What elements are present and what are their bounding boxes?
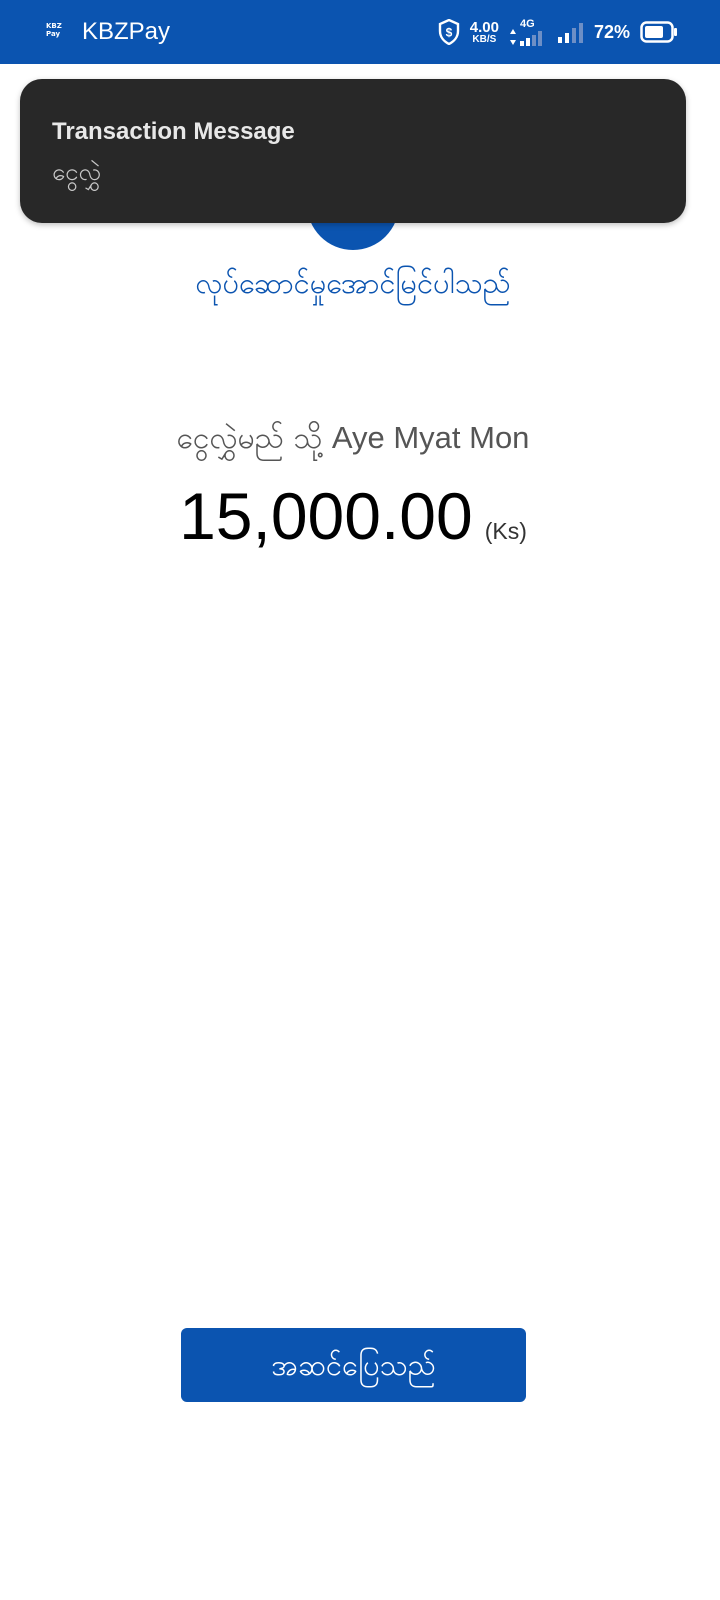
signal-icon: [557, 23, 583, 43]
shield-icon: $: [438, 19, 459, 45]
sim1-network: 4G: [509, 18, 546, 46]
amount-line: 15,000.00 (Ks): [0, 476, 706, 556]
toast-title: Transaction Message: [52, 118, 295, 145]
app-icon-text-top: KBZ: [46, 22, 62, 30]
network-type-label: 4G: [519, 18, 535, 30]
app-icon-text-bottom: Pay: [46, 30, 61, 38]
data-arrows-icon: [509, 29, 516, 45]
battery-icon: [640, 21, 677, 43]
recipient-line: ငွေလွှဲမည် သို့ Aye Myat Mon: [0, 414, 706, 463]
recipient-prefix: ငွေလွှဲမည် သို့: [176, 421, 323, 456]
network-speed: 4.00 KB/S: [470, 20, 499, 45]
transaction-toast[interactable]: Transaction Message ငွေလွှဲ: [20, 79, 686, 223]
status-indicators: $ 4.00 KB/S 4G 72%: [438, 16, 678, 48]
amount-currency: (Ks): [484, 518, 527, 544]
done-button[interactable]: အဆင်ပြေသည်: [181, 1328, 526, 1402]
toast-body: ငွေလွှဲ: [52, 158, 101, 186]
status-bar: KBZ Pay KBZPay $ 4.00 KB/S 4G 72%: [0, 0, 720, 64]
recipient-name: Aye Myat Mon: [331, 420, 530, 455]
svg-text:$: $: [445, 26, 452, 40]
status-app-name: KBZPay: [82, 18, 171, 45]
kbzpay-app-icon: KBZ Pay: [46, 22, 68, 42]
network-speed-value: 4.00: [469, 18, 499, 36]
success-message: လုပ်ဆောင်မှုအောင်မြင်ပါသည်: [195, 266, 511, 300]
amount-value: 15,000.00: [179, 479, 473, 553]
network-speed-unit: KB/S: [472, 33, 497, 45]
signal-icon: [519, 31, 542, 46]
battery-percent: 72%: [593, 22, 630, 42]
